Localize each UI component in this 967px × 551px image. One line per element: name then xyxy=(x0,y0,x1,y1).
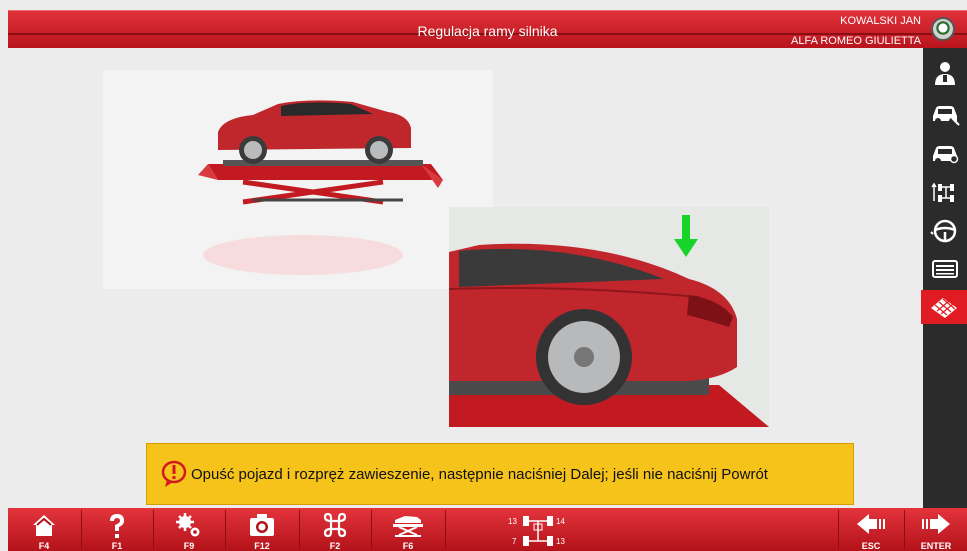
settings-icon xyxy=(176,513,200,537)
home-button[interactable]: F4 xyxy=(8,508,80,551)
axis-rear-right: 13 xyxy=(556,537,565,546)
axis-rear-left: 7 xyxy=(512,537,517,546)
axle-diagram-icon xyxy=(523,516,553,546)
technician-icon[interactable] xyxy=(923,56,967,90)
car-rear-suspension-image xyxy=(449,207,769,427)
arrow-left-icon xyxy=(857,514,885,534)
lift-key: F6 xyxy=(402,541,414,551)
axle-status-widget: 13 14 7 13 xyxy=(508,514,568,548)
instruction-message: Opuść pojazd i rozpręż zawieszenie, nast… xyxy=(146,443,854,505)
steering-wheel-icon[interactable] xyxy=(923,214,967,248)
message-text: Opuść pojazd i rozpręż zawieszenie, nast… xyxy=(191,465,768,483)
lift-button[interactable]: F6 xyxy=(372,508,444,551)
back-key: ESC xyxy=(861,541,881,551)
header-bar: Regulacja ramy silnika KOWALSKI JAN ALFA… xyxy=(8,10,967,48)
axle-adjust-icon[interactable] xyxy=(923,176,967,210)
warning-icon xyxy=(161,460,187,487)
lift-icon xyxy=(393,516,423,537)
command-icon xyxy=(323,512,347,538)
home-icon xyxy=(33,515,55,536)
command-button[interactable]: F2 xyxy=(300,508,370,551)
axis-front-left: 13 xyxy=(508,517,517,526)
settings-button[interactable]: F9 xyxy=(154,508,224,551)
settings-key: F9 xyxy=(183,541,195,551)
camera-key: F12 xyxy=(254,541,270,551)
app-window: Regulacja ramy silnika KOWALSKI JAN ALFA… xyxy=(0,0,967,551)
user-name: KOWALSKI JAN xyxy=(840,15,921,27)
right-sidebar xyxy=(921,48,967,508)
next-button[interactable]: ENTER xyxy=(905,508,967,551)
next-key: ENTER xyxy=(920,541,952,551)
car-on-scissor-lift-image xyxy=(103,70,493,289)
command-key: F2 xyxy=(329,541,341,551)
keyboard-icon[interactable] xyxy=(923,252,967,286)
help-button[interactable]: F1 xyxy=(82,508,152,551)
camera-icon xyxy=(250,514,274,536)
back-button[interactable]: ESC xyxy=(839,508,903,551)
alfa-romeo-logo xyxy=(931,17,955,41)
home-key: F4 xyxy=(38,541,50,551)
toolbar-divider xyxy=(445,510,446,549)
car-wrench-icon[interactable] xyxy=(923,96,967,130)
help-icon xyxy=(110,514,124,538)
arrow-right-icon xyxy=(922,514,950,534)
axis-front-right: 14 xyxy=(556,517,565,526)
vehicle-name: ALFA ROMEO GIULIETTA xyxy=(791,35,921,47)
help-key: F1 xyxy=(111,541,123,551)
alignment-grid-icon[interactable] xyxy=(921,290,967,324)
car-search-icon[interactable] xyxy=(923,136,967,170)
camera-button[interactable]: F12 xyxy=(226,508,298,551)
bottom-toolbar: F4 F1 F9 F12 F2 F6 13 14 7 13 ESC ENTER xyxy=(8,508,967,551)
